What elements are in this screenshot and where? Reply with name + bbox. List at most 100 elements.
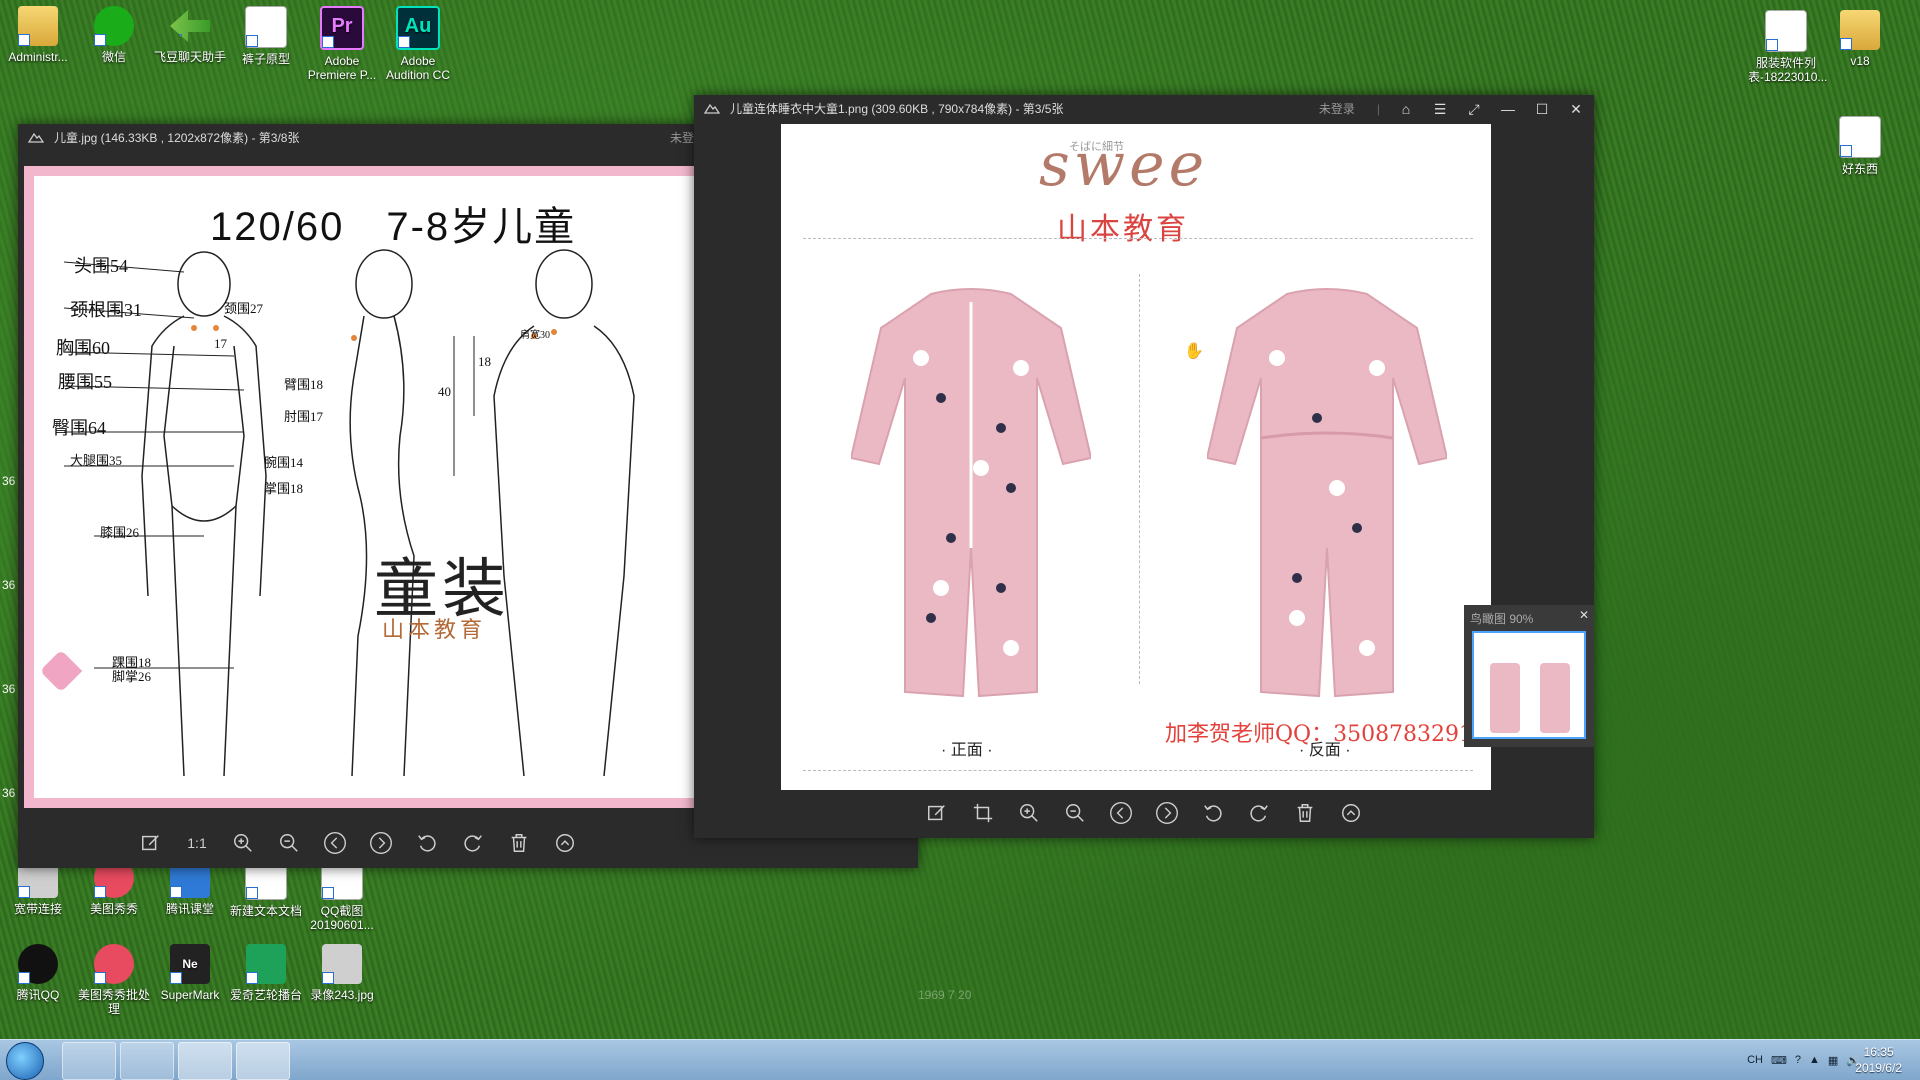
login-status[interactable]: 未登录 — [1319, 95, 1355, 123]
delete-icon[interactable] — [507, 831, 531, 855]
taskbar-app-ie[interactable] — [62, 1042, 116, 1080]
desktop-icon-label: 美图秀秀 — [89, 902, 138, 916]
delete-icon[interactable] — [1293, 801, 1317, 825]
rotate-right-icon[interactable] — [461, 831, 485, 855]
fullscreen-icon[interactable]: ⤢ — [1466, 101, 1482, 117]
contact-watermark: 加李贺老师QQ：3508783291 — [1165, 722, 1474, 747]
desktop-icon-label: 录像243.jpg — [310, 988, 374, 1002]
desktop-icon-feidou[interactable]: 飞豆聊天助手 — [152, 6, 228, 64]
zoom-out-icon[interactable] — [1063, 801, 1087, 825]
desktop-icon-qq-screenshot[interactable]: QQ截图20190601... — [304, 858, 380, 932]
desktop-icon-audition[interactable]: Au Adobe Audition CC — [380, 6, 456, 82]
edit-icon[interactable] — [139, 831, 163, 855]
taskbar-app-paint[interactable] — [178, 1042, 232, 1080]
skin-icon[interactable]: ⌂ — [1398, 101, 1414, 117]
window-title: 儿童.jpg (146.33KB , 1202x872像素) - 第3/8张 — [54, 131, 300, 145]
document-icon — [1765, 10, 1807, 52]
close-icon[interactable]: ✕ — [1568, 101, 1584, 117]
next-icon[interactable] — [1155, 801, 1179, 825]
window-titlebar[interactable]: 儿童连体睡衣中大童1.png (309.60KB , 790x784像素) - … — [694, 95, 1594, 123]
image-file-icon — [322, 944, 362, 984]
navigator-title: 鸟瞰图 90% — [1470, 612, 1534, 626]
measure-neck-base: 颈根围31 — [70, 300, 142, 320]
rotate-right-icon[interactable] — [1247, 801, 1271, 825]
taskbar-app-explorer[interactable] — [120, 1042, 174, 1080]
image-viewer-window-right[interactable]: 儿童连体睡衣中大童1.png (309.60KB , 790x784像素) - … — [694, 95, 1594, 838]
desktop-icon-good-stuff[interactable]: 好东西 — [1822, 116, 1898, 176]
measure-hip: 臀围64 — [52, 418, 106, 438]
front-caption: · 正面 · — [941, 742, 993, 759]
crop-icon[interactable] — [971, 801, 995, 825]
navigator-close-icon[interactable]: ✕ — [1579, 608, 1589, 622]
clock-time: 16:35 — [1863, 1045, 1894, 1059]
desktop-icon-label: 腾讯QQ — [16, 988, 60, 1002]
desktop-icon-meitu-batch[interactable]: 美图秀秀批处理 — [76, 944, 152, 1016]
divider-top — [803, 238, 1473, 239]
measure-waist: 腰围55 — [58, 372, 112, 392]
actual-size-icon[interactable]: 1:1 — [185, 831, 209, 855]
meitu-batch-icon — [94, 944, 134, 984]
image-brand-subtitle: 山本教育 — [382, 617, 487, 642]
measure-neck: 颈围27 — [224, 301, 264, 316]
rotate-left-icon[interactable] — [415, 831, 439, 855]
maximize-icon[interactable]: ☐ — [1534, 101, 1550, 117]
rotate-left-icon[interactable] — [1201, 801, 1225, 825]
desktop-icon-pants-prototype[interactable]: 裤子原型 — [228, 6, 304, 66]
measure-thigh: 大腿围35 — [70, 453, 123, 468]
viewer-toolbar — [694, 788, 1594, 838]
pajama-product-image: swee そばに細节 山本教育 · 正面 · · 反面 · 加李贺老师QQ：35… — [781, 124, 1491, 790]
menu-icon[interactable]: ☰ — [1432, 101, 1448, 117]
desktop-icon-label: QQ截图20190601... — [310, 904, 374, 932]
desktop-icon-label: 新建文本文档 — [229, 904, 302, 918]
zoom-in-icon[interactable] — [231, 831, 255, 855]
edit-icon[interactable] — [925, 801, 949, 825]
divider-bottom — [803, 770, 1473, 771]
desktop-icon-label: 飞豆聊天助手 — [153, 50, 226, 64]
desktop-icon-v18[interactable]: v18 — [1822, 10, 1898, 68]
language-indicator[interactable]: CH — [1747, 1054, 1763, 1066]
child-figures-drawing — [63, 249, 635, 777]
network-tray-icon[interactable]: ▦ — [1828, 1054, 1838, 1067]
audition-icon: Au — [396, 6, 440, 50]
window-title: 儿童连体睡衣中大童1.png (309.60KB , 790x784像素) - … — [730, 102, 1064, 116]
measure-palm: 掌围18 — [264, 481, 304, 496]
thumb-pajama-right — [1540, 663, 1570, 733]
viewer-logo-icon — [28, 132, 44, 143]
desktop-icon-iqiyi[interactable]: 爱奇艺轮播台 — [228, 944, 304, 1002]
divider-middle — [1139, 274, 1140, 684]
previous-icon[interactable] — [1109, 801, 1133, 825]
desktop-icon-label: SuperMark — [160, 988, 220, 1002]
minimize-icon[interactable]: — — [1500, 101, 1516, 117]
measure-chest: 胸围60 — [56, 338, 110, 358]
desktop-icon-premiere[interactable]: Pr Adobe Premiere P... — [304, 6, 380, 82]
navigator-panel[interactable]: 鸟瞰图 90% ✕ — [1464, 605, 1594, 747]
desktop-icon-administrator[interactable]: Administr... — [0, 6, 76, 64]
desktop-icon-label: 好东西 — [1841, 162, 1878, 176]
desktop-icon-software-list[interactable]: 服装软件列表-18223010... — [1748, 10, 1827, 84]
desktop-icon-wechat[interactable]: 微信 — [76, 6, 152, 64]
taskbar-clock[interactable]: 16:35 2019/6/2 — [1855, 1044, 1902, 1076]
more-icon[interactable] — [1339, 801, 1363, 825]
start-button[interactable] — [6, 1042, 44, 1080]
taskbar-app-viewer[interactable] — [236, 1042, 290, 1080]
keyboard-icon[interactable]: ⌨ — [1771, 1054, 1787, 1067]
folder-icon — [18, 6, 58, 46]
desktop-icon-supermark[interactable]: Ne SuperMark — [152, 944, 228, 1002]
help-icon[interactable]: ? — [1795, 1054, 1801, 1066]
measure-18: 18 — [478, 354, 491, 369]
zoom-out-icon[interactable] — [277, 831, 301, 855]
side-number: 36 — [2, 578, 16, 592]
zoom-in-icon[interactable] — [1017, 801, 1041, 825]
logo-small-text: そばに細节 — [1069, 141, 1124, 153]
navigator-thumbnail[interactable] — [1472, 631, 1586, 739]
desktop-icon-recording-jpg[interactable]: 录像243.jpg — [304, 944, 380, 1002]
next-icon[interactable] — [369, 831, 393, 855]
measure-foot: 脚掌26 — [112, 669, 152, 684]
viewer-logo-icon — [704, 103, 720, 114]
qq-icon — [18, 944, 58, 984]
more-icon[interactable] — [553, 831, 577, 855]
measure-elbow: 肘围17 — [284, 409, 324, 424]
show-hidden-icon[interactable]: ▲ — [1809, 1054, 1820, 1066]
previous-icon[interactable] — [323, 831, 347, 855]
desktop-icon-qq[interactable]: 腾讯QQ — [0, 944, 76, 1002]
